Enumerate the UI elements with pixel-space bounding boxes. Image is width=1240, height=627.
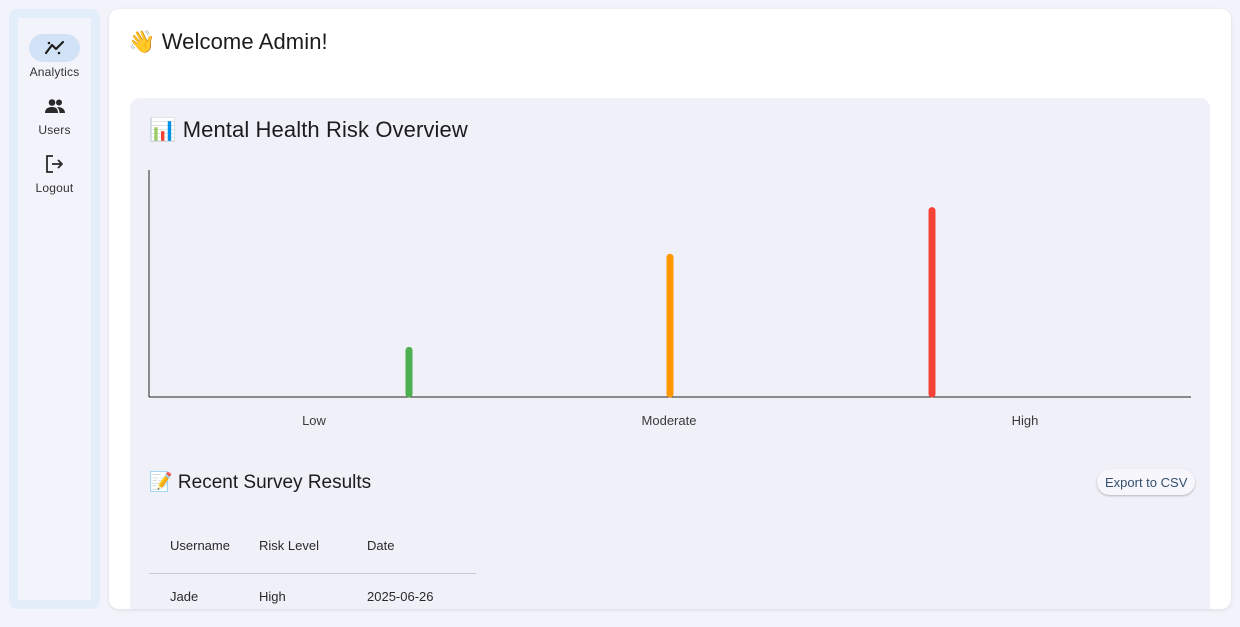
nav-item-users-indicator[interactable]	[29, 92, 80, 120]
table-row[interactable]: Jade High 2025-06-26	[149, 574, 476, 609]
nav-item-logout-label: Logout	[35, 181, 74, 195]
x-tick-label-low: Low	[302, 413, 326, 428]
nav-item-analytics-indicator[interactable]	[29, 34, 80, 62]
nav-item-logout[interactable]: Logout	[18, 150, 91, 195]
cell-risk-level: High	[259, 588, 286, 604]
export-csv-button[interactable]: Export to CSV	[1097, 469, 1196, 495]
navigation-rail: Analytics Users Logout	[9, 9, 100, 609]
nav-item-users-label: Users	[38, 123, 71, 137]
column-header-date: Date	[367, 538, 395, 553]
survey-table: Username Risk Level Date Jade High 2025-…	[149, 518, 476, 609]
logout-icon	[45, 155, 63, 173]
x-tick-label-moderate: Moderate	[642, 413, 697, 428]
nav-item-logout-indicator[interactable]	[29, 150, 80, 178]
nav-item-analytics-label: Analytics	[29, 65, 80, 79]
column-header-username: Username	[170, 538, 230, 553]
welcome-heading: 👋 Welcome Admin!	[128, 29, 328, 54]
nav-item-users[interactable]: Users	[18, 92, 91, 137]
nav-item-analytics[interactable]: Analytics	[18, 34, 91, 79]
column-header-risk-level: Risk Level	[259, 538, 319, 553]
main-content: 👋 Welcome Admin! 📊 Mental Health Risk Ov…	[109, 9, 1231, 609]
navigation-rail-inner: Analytics Users Logout	[18, 18, 91, 600]
survey-section-title: 📝 Recent Survey Results	[149, 472, 372, 493]
cell-username: Jade	[170, 588, 199, 604]
users-icon	[44, 99, 65, 113]
table-header-row: Username Risk Level Date	[149, 518, 476, 574]
risk-chart: Low Moderate High	[148, 170, 1191, 428]
x-tick-label-high: High	[1012, 413, 1039, 428]
cell-date: 2025-06-26	[367, 588, 434, 604]
analytics-icon	[44, 40, 64, 55]
overview-panel: 📊 Mental Health Risk Overview Low Moderat…	[130, 98, 1210, 609]
